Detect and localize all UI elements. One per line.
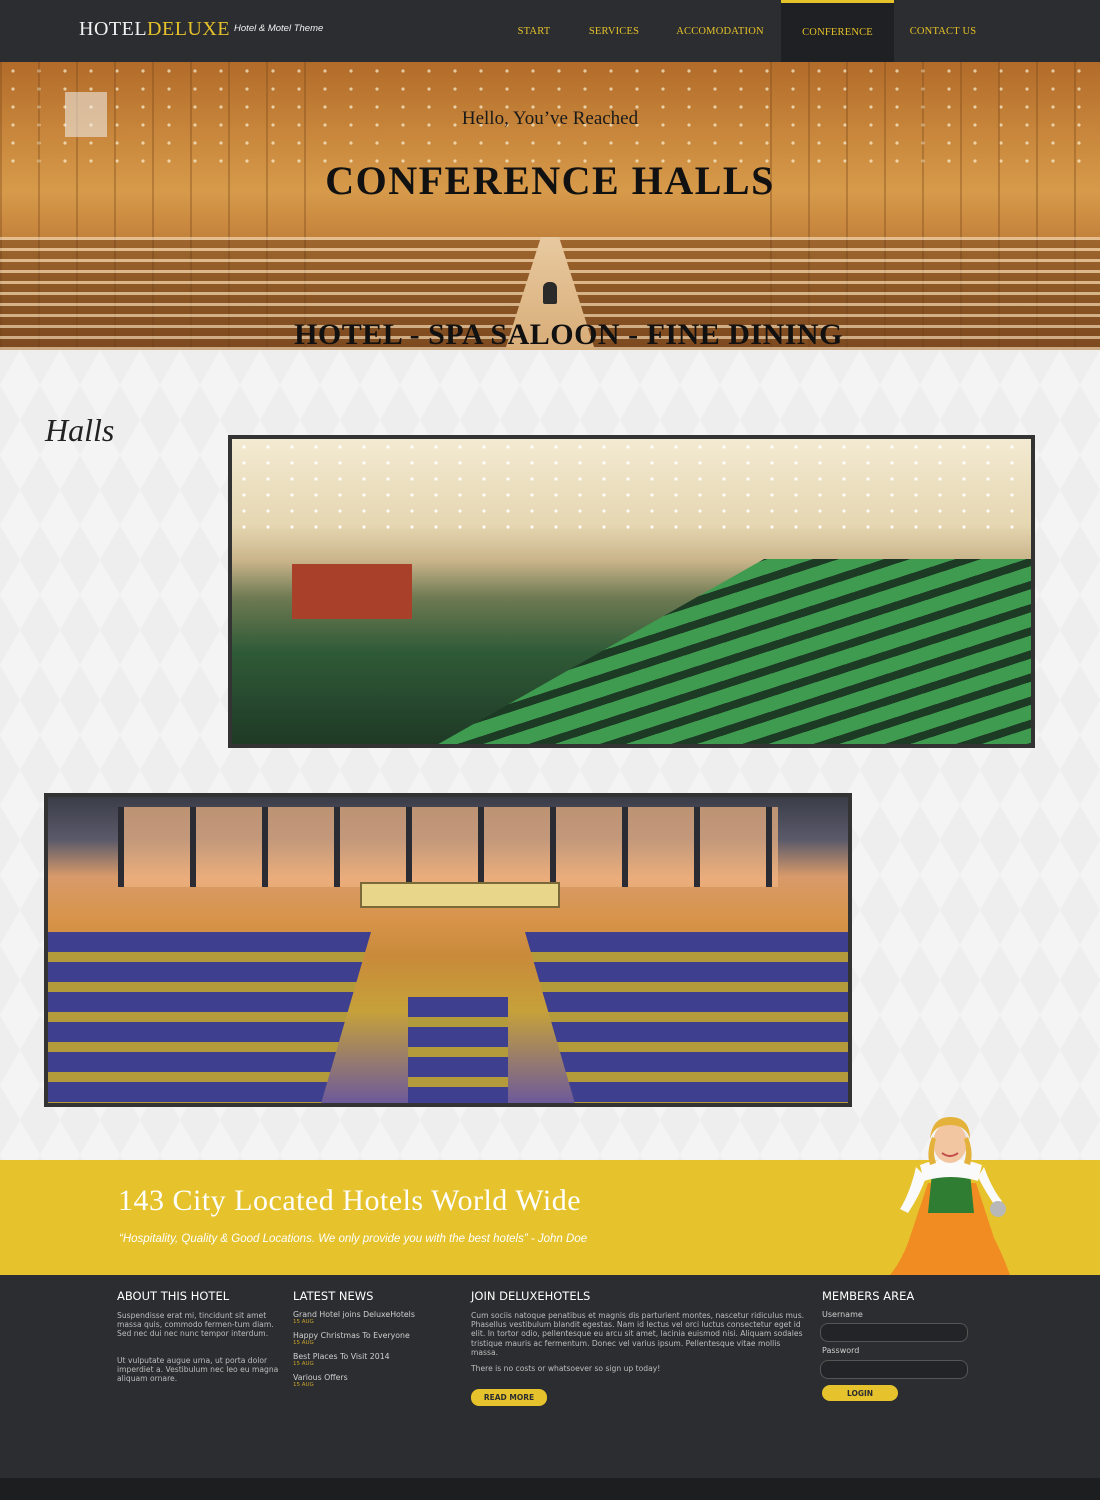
news-item-date: 15 AUG — [293, 1361, 314, 1367]
nav-item-start[interactable]: START — [502, 0, 566, 62]
photo-ceiling-lights — [232, 439, 1031, 534]
login-button[interactable]: LOGIN — [822, 1385, 898, 1401]
hall-photo-green-auditorium — [228, 435, 1035, 748]
hostess-mascot-image — [890, 1117, 1010, 1275]
photo-windows — [118, 807, 778, 887]
nav-item-contact-us[interactable]: CONTACT US — [898, 0, 988, 62]
logo-text-hotel: HOTEL — [79, 18, 148, 40]
photo-stage — [292, 564, 412, 619]
footer-members-title: MEMBERS AREA — [822, 1289, 915, 1303]
banner-quote: “Hospitality, Quality & Good Locations. … — [119, 1233, 588, 1245]
logo-text-deluxe: DELUXE — [147, 18, 231, 40]
password-label: Password — [822, 1346, 860, 1355]
hero-banner: Hello, You’ve Reached CONFERENCE HALLS H… — [0, 62, 1100, 350]
footer-join-text-2: There is no costs or whatsoever so sign … — [471, 1364, 661, 1373]
username-input[interactable] — [820, 1323, 968, 1342]
footer-about-text-2: Ut vulputate augue urna, ut porta dolor … — [117, 1356, 279, 1384]
nav-item-accomodation[interactable]: ACCOMODATION — [664, 0, 776, 62]
site-footer: ABOUT THIS HOTEL Suspendisse erat mi, ti… — [0, 1275, 1100, 1478]
photo-blue-seats-center — [408, 997, 508, 1103]
site-header: HOTELDELUXE Hotel & Motel Theme START SER… — [0, 0, 1100, 62]
photo-blue-seats-right — [525, 932, 848, 1103]
nav-item-services[interactable]: SERVICES — [576, 0, 652, 62]
microphone-icon — [543, 282, 557, 304]
news-item-link[interactable]: Various Offers — [293, 1373, 348, 1382]
photo-stage-desk — [360, 882, 560, 908]
news-item-date: 15 AUG — [293, 1319, 314, 1325]
username-label: Username — [822, 1310, 863, 1319]
news-item-date: 15 AUG — [293, 1382, 314, 1388]
news-item-link[interactable]: Grand Hotel joins DeluxeHotels — [293, 1310, 415, 1319]
news-item-link[interactable]: Happy Christmas To Everyone — [293, 1331, 410, 1340]
news-item-date: 15 AUG — [293, 1340, 314, 1346]
read-more-button[interactable]: READ MORE — [471, 1389, 547, 1406]
footer-join-title: JOIN DELUXEHOTELS — [471, 1289, 591, 1303]
logo-tagline: Hotel & Motel Theme — [234, 23, 324, 34]
hall-photo-blue-auditorium — [44, 793, 852, 1107]
main-content: Halls — [0, 350, 1100, 1160]
site-logo[interactable]: HOTELDELUXE Hotel & Motel Theme — [79, 18, 323, 41]
hero-subtitle: HOTEL - SPA SALOON - FINE DINING — [294, 318, 843, 350]
password-input[interactable] — [820, 1360, 968, 1379]
bottom-bar — [0, 1478, 1100, 1500]
footer-about-title: ABOUT THIS HOTEL — [117, 1289, 230, 1303]
footer-join-text-1: Cum sociis natoque penatibus et magnis d… — [471, 1311, 805, 1357]
hero-title: CONFERENCE HALLS — [325, 158, 775, 203]
footer-about-text-1: Suspendisse erat mi, tincidunt sit amet … — [117, 1311, 274, 1339]
section-title: Halls — [45, 412, 115, 448]
hero-greeting: Hello, You’ve Reached — [461, 108, 639, 129]
nav-item-conference[interactable]: CONFERENCE — [781, 0, 894, 62]
footer-news-title: LATEST NEWS — [293, 1289, 374, 1303]
news-item-link[interactable]: Best Places To Visit 2014 — [293, 1352, 390, 1361]
photo-blue-seats-left — [48, 932, 371, 1103]
photo-green-seats — [412, 559, 1031, 744]
banner-title: 143 City Located Hotels World Wide — [118, 1184, 582, 1217]
